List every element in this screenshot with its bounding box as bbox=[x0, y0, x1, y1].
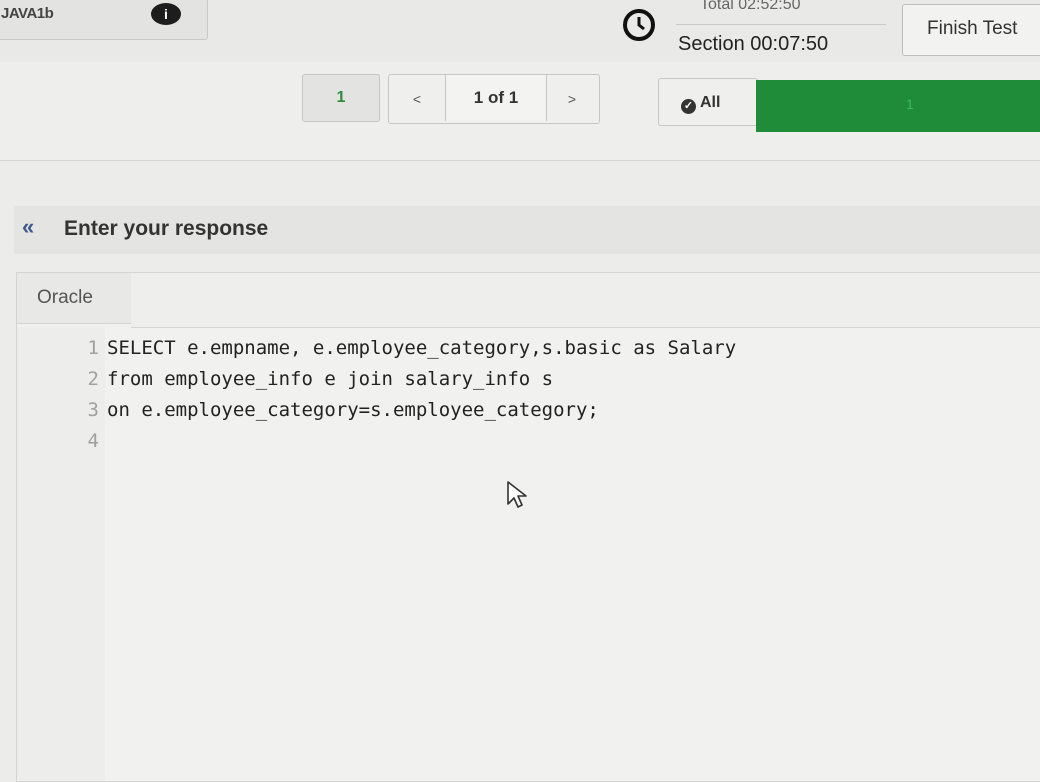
line-number: 2 bbox=[87, 368, 99, 390]
timer-divider bbox=[676, 24, 886, 25]
line-number: 1 bbox=[87, 337, 99, 359]
code-area[interactable]: 1 SELECT e.empname, e.employee_category,s… bbox=[77, 333, 737, 457]
language-label: Oracle bbox=[37, 287, 93, 308]
test-name: JAVA1b bbox=[1, 5, 54, 22]
next-page-button[interactable]: > bbox=[545, 75, 599, 123]
timer-section: Section 00:07:50 bbox=[678, 33, 829, 55]
question-nav-row: 1 < 1 of 1 > ✓ All 1 bbox=[0, 62, 1040, 161]
response-title: Enter your response bbox=[64, 217, 269, 240]
info-icon[interactable]: i bbox=[151, 3, 181, 25]
line-number: 3 bbox=[87, 399, 99, 421]
code-editor-panel: Oracle 1 SELECT e.empname, e.employee_cat… bbox=[16, 272, 1040, 782]
page-count: 1 of 1 bbox=[445, 75, 547, 121]
progress-bar: 1 bbox=[756, 80, 1040, 132]
code-text: on e.employee_category=s.employee_catego… bbox=[107, 399, 599, 421]
prev-page-button[interactable]: < bbox=[389, 75, 445, 123]
code-line[interactable]: 3 on e.employee_category=s.employee_categ… bbox=[77, 395, 736, 426]
filter-all-button[interactable]: ✓ All bbox=[658, 78, 758, 126]
code-text: SELECT e.empname, e.employee_category,s.… bbox=[107, 337, 737, 359]
check-circle-icon: ✓ bbox=[681, 99, 696, 114]
response-header: « Enter your response bbox=[14, 206, 1040, 254]
timer-total: Total 02:52:50 bbox=[700, 0, 801, 13]
line-number: 4 bbox=[87, 430, 99, 452]
code-line[interactable]: 1 SELECT e.empname, e.employee_category,s… bbox=[77, 333, 737, 364]
finish-test-button[interactable]: Finish Test bbox=[902, 4, 1040, 56]
filter-all-label: All bbox=[700, 94, 721, 111]
code-line[interactable]: 4 bbox=[77, 426, 736, 457]
pager: < 1 of 1 > bbox=[388, 74, 600, 124]
editor-tab-strip bbox=[131, 273, 1040, 328]
test-name-box: JAVA1b i bbox=[0, 0, 208, 40]
code-line[interactable]: 2 from employee_info e join salary_info s bbox=[77, 364, 736, 395]
top-bar: JAVA1b i Total 02:52:50 Section 00:07:50… bbox=[0, 0, 1040, 63]
mouse-cursor-icon bbox=[507, 481, 527, 508]
double-chevron-left-icon[interactable]: « bbox=[22, 214, 34, 240]
code-text: from employee_info e join salary_info s bbox=[107, 368, 554, 390]
question-number-button[interactable]: 1 bbox=[302, 74, 380, 122]
progress-label: 1 bbox=[906, 96, 914, 112]
clock-icon bbox=[623, 9, 655, 41]
language-tab[interactable]: Oracle bbox=[17, 273, 132, 324]
